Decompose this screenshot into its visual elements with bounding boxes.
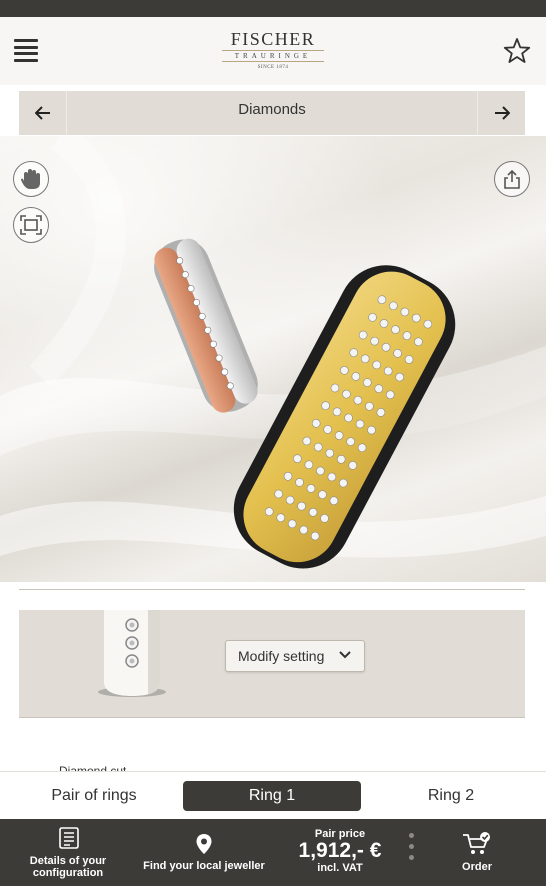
tab-ring-2[interactable]: Ring 2 <box>376 781 526 811</box>
arrow-left-icon <box>34 106 50 120</box>
configuration-details-button[interactable]: Details of your configuration <box>22 819 114 886</box>
hand-rotate-button[interactable] <box>13 161 49 197</box>
setting-panel: Modify setting <box>19 610 525 718</box>
share-button[interactable] <box>494 161 530 197</box>
hand-icon <box>21 169 40 189</box>
brand-subtitle: TRAURINGE <box>222 50 324 62</box>
jeweller-label: Find your local jeweller <box>143 860 265 872</box>
cart-check-icon <box>463 832 490 854</box>
setting-preview-image <box>98 610 166 697</box>
arrow-right-icon <box>494 106 510 120</box>
ring-selector-tabs: Pair of rings Ring 1 Ring 2 <box>0 771 546 819</box>
hamburger-menu-icon[interactable] <box>14 39 38 62</box>
order-label: Order <box>462 861 492 873</box>
brand-name: FISCHER <box>230 29 316 49</box>
document-list-icon <box>59 827 79 849</box>
ring-3d-viewer[interactable] <box>0 136 546 582</box>
brand-logo[interactable]: FISCHER TRAURINGE SINCE 1874 <box>220 29 326 73</box>
option-title: Diamonds <box>238 101 306 118</box>
tab-pair-of-rings[interactable]: Pair of rings <box>19 781 169 811</box>
bottom-action-bar: Details of your configuration Find your … <box>0 819 546 886</box>
vat-label: incl. VAT <box>317 862 363 874</box>
fit-screen-button[interactable] <box>13 207 49 243</box>
rings-render <box>0 136 546 569</box>
star-outline-icon[interactable] <box>503 37 531 65</box>
location-pin-icon <box>196 834 212 854</box>
find-jeweller-button[interactable]: Find your local jeweller <box>140 819 268 886</box>
details-label: Details of your configuration <box>29 855 107 879</box>
pair-price-display: Pair price 1,912,- € incl. VAT <box>292 819 388 886</box>
previous-option-button[interactable] <box>19 91 67 135</box>
section-divider <box>19 589 525 590</box>
next-option-button[interactable] <box>477 91 525 135</box>
share-icon <box>504 169 520 189</box>
option-navigation: Diamonds <box>19 91 525 135</box>
header: FISCHER TRAURINGE SINCE 1874 <box>0 17 546 85</box>
pair-price-value: 1,912,- € <box>298 839 382 862</box>
top-strip <box>0 0 546 17</box>
more-options-icon[interactable] <box>402 819 420 886</box>
modify-setting-label: Modify setting <box>238 648 325 664</box>
order-button[interactable]: Order <box>452 819 502 886</box>
fit-screen-icon <box>20 215 42 235</box>
tab-ring-1[interactable]: Ring 1 <box>183 781 361 811</box>
brand-since: SINCE 1874 <box>257 65 289 70</box>
chevron-down-icon <box>339 651 351 659</box>
modify-setting-dropdown[interactable]: Modify setting <box>225 640 365 672</box>
